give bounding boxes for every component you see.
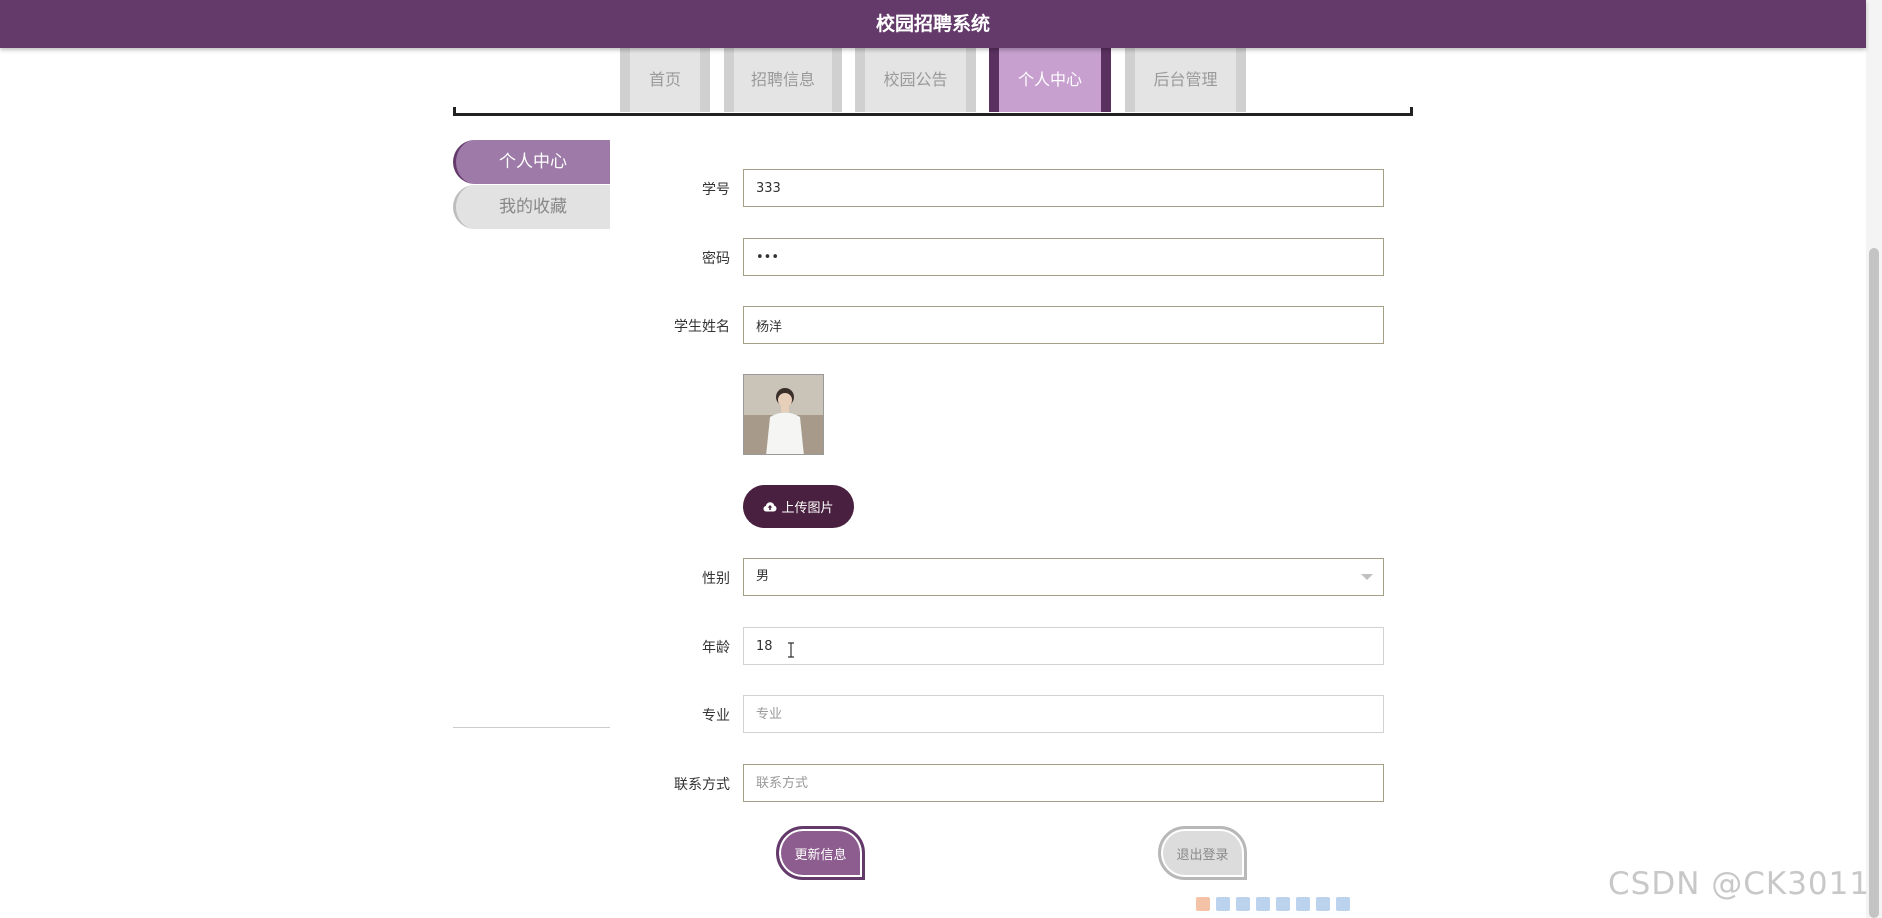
tab-announcements[interactable]: 校园公告 [855,48,976,112]
sidebar-divider [453,727,610,728]
age-label: 年龄 [702,640,730,656]
age-input[interactable] [743,627,1384,665]
ime-moon-icon [1236,897,1250,911]
cloud-upload-icon [763,501,777,511]
sidebar-item-personal-center[interactable]: 个人中心 [453,140,610,184]
logout-button[interactable]: 退出登录 [1158,826,1247,880]
student-name-label: 学生姓名 [674,319,730,335]
contact-input[interactable] [743,764,1384,802]
site-title: 校园招聘系统 [875,13,990,35]
nav-underline [453,107,1413,116]
tab-personal-center[interactable]: 个人中心 [989,48,1111,112]
tab-home[interactable]: 首页 [620,48,710,112]
ime-tools-icon [1316,897,1330,911]
student-name-input[interactable] [743,306,1384,344]
scrollbar-thumb[interactable] [1869,248,1879,918]
text-cursor-icon [788,642,794,658]
gender-label: 性别 [702,571,730,587]
update-info-button[interactable]: 更新信息 [776,826,865,880]
password-label: 密码 [702,251,730,267]
major-label: 专业 [702,708,730,724]
chevron-down-icon [1361,574,1373,580]
upload-image-button[interactable]: 上传图片 [743,485,854,528]
password-input[interactable] [743,238,1384,276]
tab-admin[interactable]: 后台管理 [1125,48,1246,112]
ime-punctuation-icon [1256,897,1270,911]
major-input[interactable] [743,695,1384,733]
ime-settings-icon [1336,897,1350,911]
gender-selected-value: 男 [756,569,770,584]
ime-chinese-icon [1216,897,1230,911]
contact-label: 联系方式 [674,777,730,793]
top-header: 校园招聘系统 [0,0,1866,48]
watermark: CSDN @CK3011 [1608,866,1871,902]
sidebar-item-favorites[interactable]: 我的收藏 [453,185,610,229]
ime-keyboard-icon [1276,897,1290,911]
ime-logo-icon [1196,897,1210,911]
upload-button-label: 上传图片 [781,501,834,516]
gender-select[interactable]: 男 [743,558,1384,596]
ime-toolbar [1196,894,1396,914]
user-photo-icon [744,375,823,454]
student-id-input[interactable] [743,169,1384,207]
avatar [743,374,824,455]
tab-recruitment[interactable]: 招聘信息 [724,48,842,112]
student-id-label: 学号 [702,182,730,198]
scrollbar-track[interactable] [1866,0,1882,918]
ime-skin-icon [1296,897,1310,911]
